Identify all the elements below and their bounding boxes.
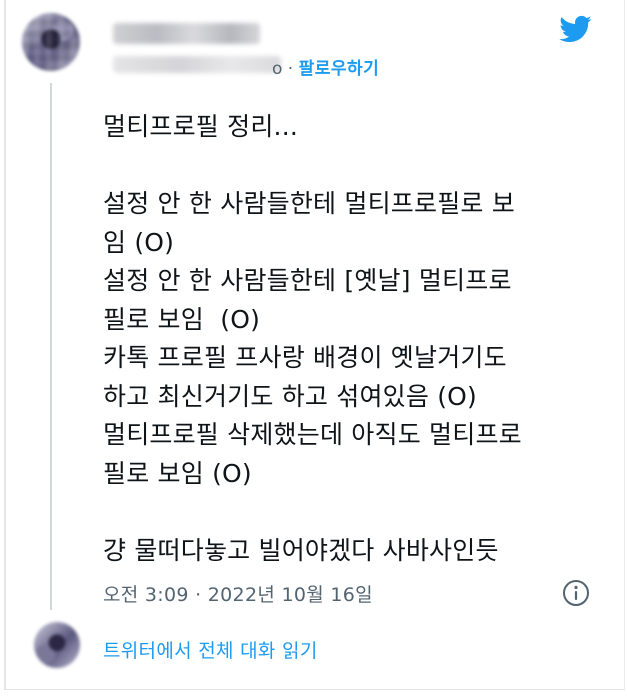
follow-row: o · 팔로우하기	[272, 54, 379, 79]
author-handle-blurred[interactable]	[113, 56, 281, 73]
author-avatar[interactable]	[22, 13, 80, 71]
follow-button[interactable]: 팔로우하기	[299, 59, 380, 79]
card-left-border	[4, 0, 6, 690]
avatar-pixelation	[22, 13, 80, 71]
thread-connector-line	[50, 83, 52, 610]
tweet-timestamp[interactable]: 오전 3:09 · 2022년 10월 16일	[103, 580, 373, 607]
twitter-bird-icon[interactable]	[556, 12, 594, 46]
read-full-conversation-link[interactable]: 트위터에서 전체 대화 읽기	[103, 636, 318, 663]
embedded-tweet-card: o · 팔로우하기 멀티프로필 정리... 설정 안 한 사람들한테 멀티프로필…	[0, 0, 627, 698]
card-bottom-border	[4, 689, 625, 690]
tweet-body-text: 멀티프로필 정리... 설정 안 한 사람들한테 멀티프로필로 보 임 (O) …	[103, 112, 522, 565]
follow-separator: o ·	[272, 59, 299, 79]
info-icon[interactable]	[561, 578, 591, 608]
conversation-avatar	[34, 622, 80, 668]
author-name-blurred[interactable]	[113, 23, 260, 44]
card-right-border	[624, 0, 625, 690]
